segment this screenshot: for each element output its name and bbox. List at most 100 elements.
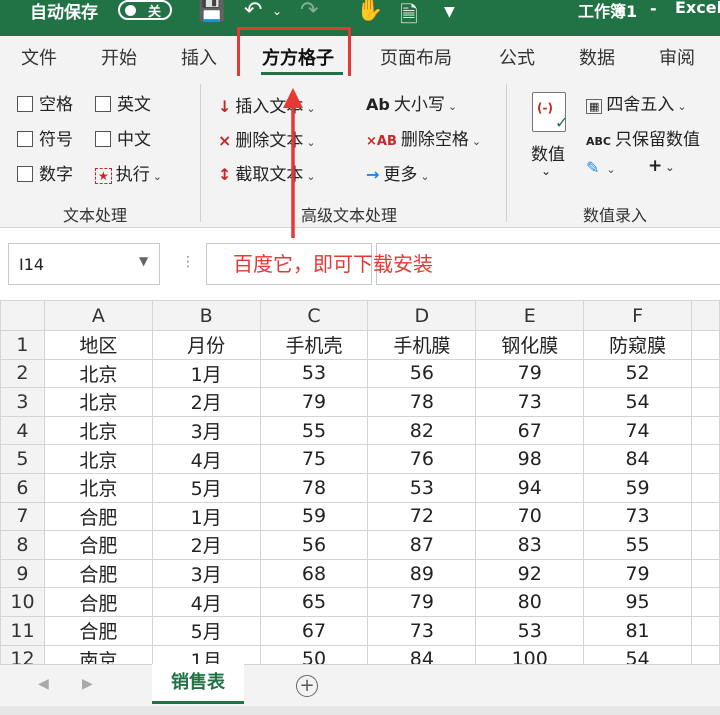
header-cell[interactable]: 钢化膜 xyxy=(475,330,585,360)
table-cell[interactable]: 75 xyxy=(259,444,369,474)
header-cell[interactable]: 手机膜 xyxy=(367,330,477,360)
table-cell[interactable]: 84 xyxy=(367,644,477,664)
table-cell[interactable]: 合肥 xyxy=(43,501,153,532)
empty-cell[interactable] xyxy=(691,358,720,389)
table-cell[interactable]: 4月 xyxy=(151,587,261,617)
table-cell[interactable]: 94 xyxy=(475,472,585,503)
table-cell[interactable]: 98 xyxy=(475,444,585,474)
column-header[interactable]: F xyxy=(583,300,692,331)
table-cell[interactable]: 79 xyxy=(475,358,585,389)
empty-cell[interactable] xyxy=(691,558,720,589)
table-cell[interactable]: 72 xyxy=(367,501,477,532)
table-cell[interactable]: 1月 xyxy=(151,501,261,532)
tab-insert[interactable]: 插入 xyxy=(181,44,217,70)
name-box[interactable]: I14 ▼ xyxy=(8,243,160,285)
extract-text-button[interactable]: ↕ 截取文本 ⌄ xyxy=(218,160,316,185)
touch-mode-icon[interactable]: ✋ xyxy=(356,0,383,23)
column-header[interactable]: A xyxy=(43,300,153,331)
number-value-button[interactable]: 数值 xyxy=(531,140,565,165)
table-cell[interactable]: 北京 xyxy=(43,472,153,503)
undo-dropdown-icon[interactable]: ⌄ xyxy=(272,4,282,18)
table-cell[interactable]: 76 xyxy=(367,444,477,474)
header-cell[interactable]: 地区 xyxy=(43,330,153,360)
table-cell[interactable]: 3月 xyxy=(151,558,261,589)
table-cell[interactable]: 84 xyxy=(583,444,692,474)
number-value-icon[interactable]: (-) ✓ xyxy=(532,92,568,132)
table-cell[interactable]: 81 xyxy=(583,615,692,646)
select-all-corner[interactable] xyxy=(0,300,45,331)
next-sheet-icon[interactable]: ▶ xyxy=(82,676,93,692)
table-cell[interactable]: 79 xyxy=(583,558,692,589)
empty-cell[interactable] xyxy=(691,501,720,532)
prev-sheet-icon[interactable]: ◀ xyxy=(38,676,49,692)
table-cell[interactable]: 55 xyxy=(583,530,692,560)
sheet-tab[interactable]: 销售表 xyxy=(152,664,244,704)
autosave-toggle[interactable]: 关 xyxy=(118,0,172,20)
tab-formulas[interactable]: 公式 xyxy=(499,44,535,70)
undo-icon[interactable]: ↶ xyxy=(244,0,262,23)
table-cell[interactable]: 73 xyxy=(475,387,585,417)
table-cell[interactable]: 67 xyxy=(259,615,369,646)
checkbox-english[interactable]: 英文 xyxy=(95,90,151,115)
table-cell[interactable]: 2月 xyxy=(151,387,261,417)
row-header[interactable]: 12 xyxy=(0,644,45,664)
checkbox-number[interactable]: 数字 xyxy=(17,160,73,185)
table-cell[interactable]: 52 xyxy=(583,358,692,389)
table-cell[interactable]: 92 xyxy=(475,558,585,589)
table-cell[interactable]: 2月 xyxy=(151,530,261,560)
table-cell[interactable]: 4月 xyxy=(151,444,261,474)
table-cell[interactable]: 5月 xyxy=(151,615,261,646)
table-cell[interactable]: 53 xyxy=(367,472,477,503)
row-header[interactable]: 11 xyxy=(0,615,45,646)
row-header[interactable]: 1 xyxy=(0,330,45,360)
tab-data[interactable]: 数据 xyxy=(579,44,615,70)
table-cell[interactable]: 79 xyxy=(259,387,369,417)
empty-cell[interactable] xyxy=(691,644,720,664)
table-cell[interactable]: 合肥 xyxy=(43,587,153,617)
table-cell[interactable]: 南京 xyxy=(43,644,153,664)
new-file-icon[interactable]: 🗎 xyxy=(400,0,418,36)
tab-file[interactable]: 文件 xyxy=(21,44,57,70)
row-header[interactable]: 8 xyxy=(0,530,45,560)
row-header[interactable]: 5 xyxy=(0,444,45,474)
table-cell[interactable]: 73 xyxy=(583,501,692,532)
save-icon[interactable]: 💾 xyxy=(198,0,225,23)
table-cell[interactable]: 50 xyxy=(259,644,369,664)
column-header[interactable]: E xyxy=(475,300,585,331)
execute-button[interactable]: ★ 执行 ⌄ xyxy=(95,160,162,185)
table-cell[interactable]: 北京 xyxy=(43,387,153,417)
tab-review[interactable]: 审阅 xyxy=(659,44,695,70)
table-cell[interactable]: 78 xyxy=(259,472,369,503)
row-header[interactable]: 10 xyxy=(0,587,45,617)
checkbox-chinese[interactable]: 中文 xyxy=(95,125,151,150)
table-cell[interactable]: 1月 xyxy=(151,358,261,389)
table-cell[interactable]: 53 xyxy=(259,358,369,389)
add-sheet-icon[interactable]: + xyxy=(296,675,318,697)
table-cell[interactable]: 87 xyxy=(367,530,477,560)
customize-toolbar-icon[interactable]: ▼ xyxy=(444,4,455,20)
table-cell[interactable]: 合肥 xyxy=(43,615,153,646)
header-cell[interactable]: 防窥膜 xyxy=(583,330,692,360)
plus-button[interactable]: + ⌄ xyxy=(648,156,674,176)
keep-value-button[interactable]: ABC 只保留数值 xyxy=(586,125,700,150)
empty-cell[interactable] xyxy=(691,472,720,503)
table-cell[interactable]: 56 xyxy=(259,530,369,560)
header-cell[interactable]: 月份 xyxy=(151,330,261,360)
empty-cell[interactable] xyxy=(691,587,720,617)
tab-page-layout[interactable]: 页面布局 xyxy=(380,44,452,70)
empty-cell[interactable] xyxy=(691,615,720,646)
table-cell[interactable]: 79 xyxy=(367,587,477,617)
table-cell[interactable]: 北京 xyxy=(43,415,153,446)
table-cell[interactable]: 北京 xyxy=(43,358,153,389)
column-header[interactable] xyxy=(691,300,720,331)
case-button[interactable]: Ab 大小写 ⌄ xyxy=(366,90,457,115)
table-cell[interactable]: 54 xyxy=(583,387,692,417)
table-cell[interactable]: 82 xyxy=(367,415,477,446)
format-dropdown-button[interactable]: ✎ ⌄ xyxy=(586,158,616,178)
row-header[interactable]: 2 xyxy=(0,358,45,389)
chevron-down-icon[interactable]: ⌄ xyxy=(541,164,551,178)
empty-cell[interactable] xyxy=(691,387,720,417)
table-cell[interactable]: 53 xyxy=(475,615,585,646)
table-cell[interactable]: 合肥 xyxy=(43,558,153,589)
table-cell[interactable]: 59 xyxy=(259,501,369,532)
